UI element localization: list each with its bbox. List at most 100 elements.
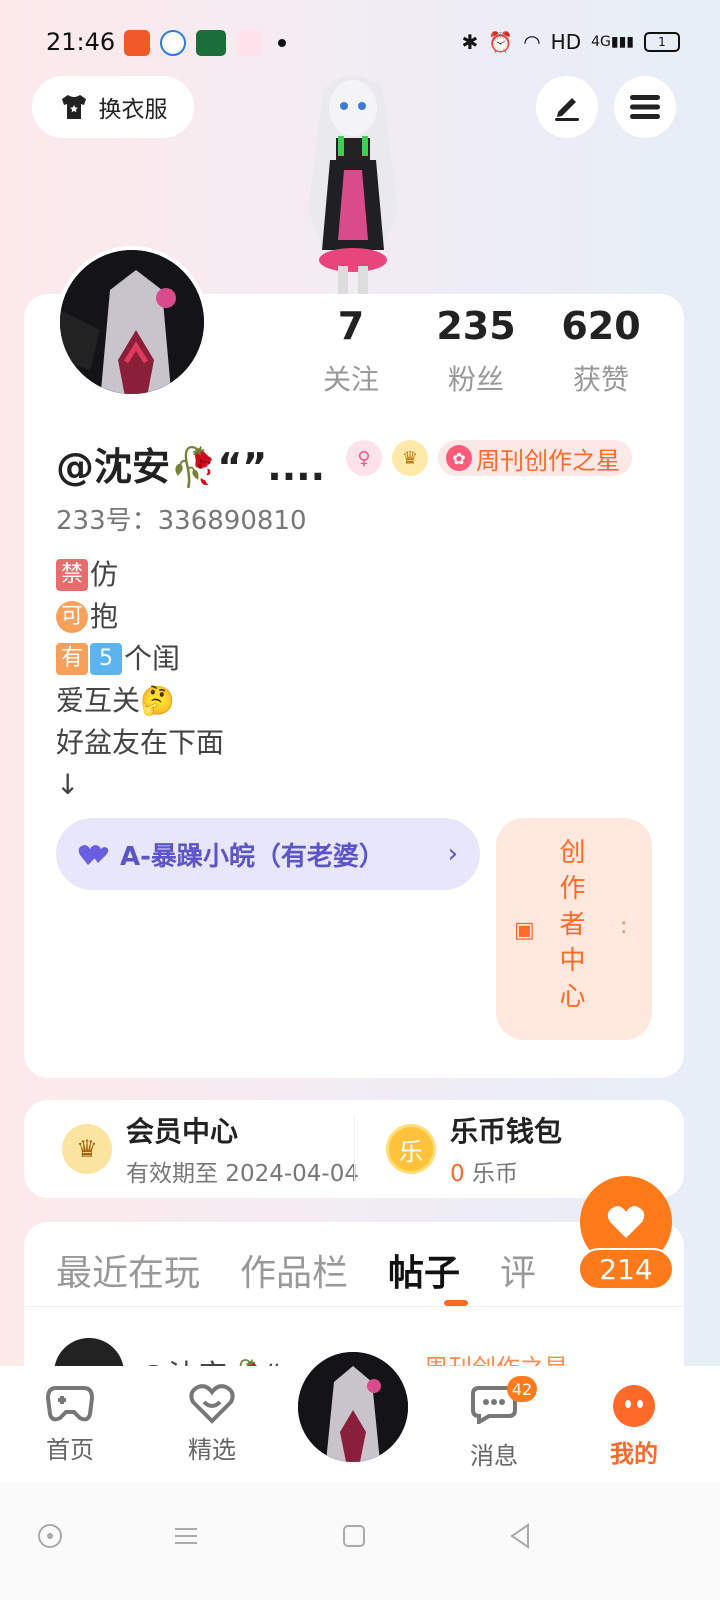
change-outfit-button[interactable]: 换衣服 xyxy=(32,76,194,138)
bio-text-1: 仿 xyxy=(90,558,119,591)
creator-center-icon: ▣ xyxy=(514,918,535,943)
card-notification-icon xyxy=(196,30,226,56)
nav-mine-label: 我的 xyxy=(610,1440,658,1468)
app-notification-icon xyxy=(124,30,150,56)
vip-center-title: 会员中心 xyxy=(126,1115,239,1148)
profile-avatar[interactable] xyxy=(56,246,208,398)
recent-apps-icon[interactable] xyxy=(172,1522,200,1550)
gamepad-icon xyxy=(46,1386,94,1422)
female-gender-icon: ♀ xyxy=(346,440,382,476)
crown-icon: ♛ xyxy=(62,1124,112,1174)
bio-tag-number: 5 xyxy=(90,643,122,675)
profile-bio: 禁 仿 可 抱 有 5 个闺 爱互关🤔 好盆友在下面 ↓ xyxy=(56,554,224,806)
couple-label: A-暴躁小皖（有老婆） xyxy=(120,841,385,872)
followers-stat[interactable]: 235 粉丝 xyxy=(421,304,531,398)
center-avatar-image xyxy=(298,1352,408,1462)
bio-text-2: 抱 xyxy=(90,600,119,633)
tab-posts[interactable]: 帖子 xyxy=(388,1244,460,1296)
following-label: 关注 xyxy=(322,363,379,396)
nav-featured[interactable]: 精选 xyxy=(172,1384,252,1465)
followers-count: 235 xyxy=(436,304,516,348)
tab-works[interactable]: 作品栏 xyxy=(240,1244,348,1296)
wifi-icon: ◠ xyxy=(523,30,541,54)
wallet-amount: 0 xyxy=(450,1161,465,1187)
wallet-balance: 0 乐币 xyxy=(450,1154,562,1188)
following-stat[interactable]: 7 关注 xyxy=(296,304,406,398)
double-heart-icon xyxy=(78,845,109,865)
status-right: ✱ ⏰ ◠ HD 4G▮▮▮ 1 xyxy=(462,30,680,54)
content-tabs: 最近在玩 作品栏 帖子 评 xyxy=(56,1244,536,1296)
weekly-creator-star-badge[interactable]: ✿ 周刊创作之星 xyxy=(438,440,632,476)
wallet-title: 乐币钱包 xyxy=(450,1115,563,1148)
flower-badge-icon: ✿ xyxy=(446,445,472,471)
game-notification-icon xyxy=(236,30,262,56)
weekly-creator-star-label: 周刊创作之星 xyxy=(476,446,620,475)
member-divider xyxy=(354,1116,355,1182)
username: @沈安🥀“”.... xyxy=(56,445,326,489)
bio-tag-have: 有 xyxy=(56,643,88,675)
signal-icon: 4G▮▮▮ xyxy=(591,34,634,50)
status-time: 21:46 xyxy=(46,28,116,56)
following-count: 7 xyxy=(337,304,365,348)
vip-crown-icon[interactable]: ♛ xyxy=(392,440,428,476)
alarm-icon: ⏰ xyxy=(488,30,514,54)
nav-home-label: 首页 xyxy=(46,1436,94,1464)
heart-outline-icon xyxy=(189,1384,235,1424)
pencil-icon xyxy=(555,98,579,121)
creator-more-icon: : xyxy=(620,914,628,939)
messages-badge: 42 xyxy=(507,1376,537,1402)
wallet-unit: 乐币 xyxy=(471,1161,518,1187)
account-id: 233号：336890810 xyxy=(56,506,307,536)
notification-icons xyxy=(124,30,286,56)
wallet-entry[interactable]: 乐 乐币钱包 0 乐币 xyxy=(386,1112,563,1188)
tab-recently-played[interactable]: 最近在玩 xyxy=(56,1244,200,1296)
messages-icon-wrap: 42 xyxy=(471,1376,537,1430)
network-type: HD xyxy=(550,30,582,54)
likes-label: 获赞 xyxy=(572,363,629,396)
nav-featured-label: 精选 xyxy=(188,1436,236,1464)
vip-center-entry[interactable]: ♛ 会员中心 有效期至 2024-04-04 xyxy=(62,1112,359,1187)
tab-comments[interactable]: 评 xyxy=(500,1244,536,1296)
menu-button[interactable] xyxy=(614,76,676,138)
profile-stats: 7 关注 235 粉丝 620 获赞 xyxy=(296,304,656,398)
bio-text-3: 个闺 xyxy=(124,642,181,675)
battery-icon: 1 xyxy=(644,32,680,52)
tshirt-icon xyxy=(61,95,86,119)
bio-line-6: ↓ xyxy=(56,768,80,801)
assistant-circle-icon[interactable] xyxy=(36,1522,64,1550)
nav-home[interactable]: 首页 xyxy=(30,1384,110,1465)
couple-relationship-pill[interactable]: A-暴躁小皖（有老婆） › xyxy=(56,818,480,890)
chevron-right-icon: › xyxy=(447,839,458,869)
member-wallet-card: ♛ 会员中心 有效期至 2024-04-04 乐 乐币钱包 0 乐币 xyxy=(24,1100,684,1198)
coin-icon: 乐 xyxy=(386,1124,436,1174)
system-navigation-bar xyxy=(0,1482,720,1600)
bio-tag-allow: 可 xyxy=(56,601,88,633)
edit-profile-button[interactable] xyxy=(536,76,598,138)
tab-divider xyxy=(24,1306,684,1307)
nav-center-avatar[interactable] xyxy=(298,1352,408,1462)
hamburger-menu-icon xyxy=(630,95,660,119)
followers-label: 粉丝 xyxy=(447,363,504,396)
creator-center-button[interactable]: ▣ 创作者中心 : xyxy=(496,818,652,1040)
vip-expiry: 有效期至 2024-04-04 xyxy=(126,1161,359,1187)
nav-messages-label: 消息 xyxy=(470,1442,518,1470)
more-notifications-dot xyxy=(278,39,286,47)
bio-line-5: 好盆友在下面 xyxy=(56,726,225,759)
bio-tag-forbid: 禁 xyxy=(56,559,88,591)
nav-mine[interactable]: 我的 xyxy=(594,1384,674,1469)
bio-line-4: 爱互关🤔 xyxy=(56,684,175,717)
bio-line-3: 有 5 个闺 xyxy=(56,638,224,680)
profile-face-icon xyxy=(613,1385,655,1427)
bluetooth-icon: ✱ xyxy=(461,30,479,54)
nav-messages[interactable]: 42 消息 xyxy=(454,1376,537,1471)
likes-stat[interactable]: 620 获赞 xyxy=(546,304,656,398)
avatar-character-figure[interactable] xyxy=(278,60,428,300)
change-outfit-label: 换衣服 xyxy=(98,97,168,123)
bio-line-1: 禁 仿 xyxy=(56,554,224,596)
back-triangle-icon[interactable] xyxy=(506,1522,534,1550)
home-square-icon[interactable] xyxy=(340,1522,368,1550)
like-count: 214 xyxy=(578,1248,674,1290)
profile-badges: ♀ ♛ ✿ 周刊创作之星 xyxy=(346,440,632,476)
creator-center-label: 创作者中心 xyxy=(555,838,585,1018)
qq-notification-icon xyxy=(160,30,186,56)
